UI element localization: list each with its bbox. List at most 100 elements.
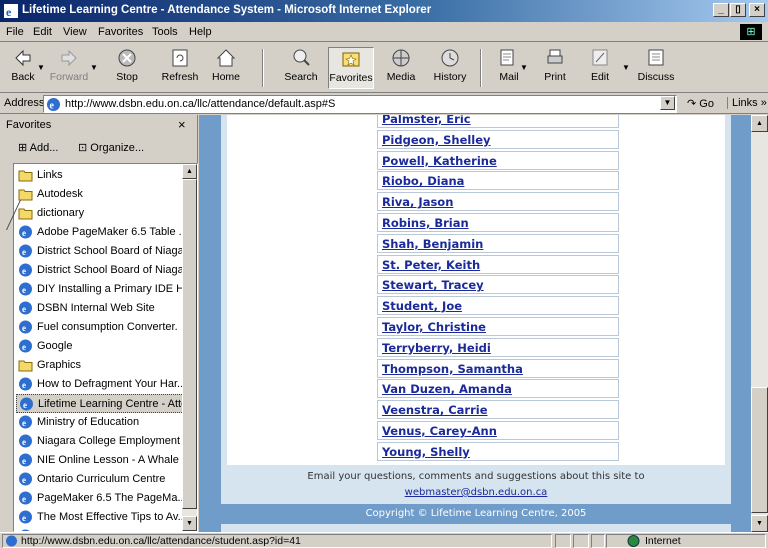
menu-view[interactable]: View xyxy=(63,26,87,38)
forward-button[interactable]: Forward xyxy=(46,47,92,89)
favorite-folder[interactable]: Graphics xyxy=(16,356,184,375)
menu-tools[interactable]: Tools xyxy=(152,26,178,38)
favorite-link[interactable]: e Lifetime Learning Centre - Atte... xyxy=(16,394,184,413)
student-name-link[interactable]: Student, Joe xyxy=(382,299,462,313)
favorite-link[interactable]: e Ontario Curriculum Centre xyxy=(16,470,184,489)
forward-arrow-icon xyxy=(61,49,77,67)
favorite-folder[interactable]: Autodesk xyxy=(16,185,184,204)
menu-favorites[interactable]: Favorites xyxy=(98,26,143,38)
close-button[interactable]: × xyxy=(749,3,765,17)
status-url: http://www.dsbn.edu.on.ca/llc/attendance… xyxy=(21,535,301,547)
address-label: Address xyxy=(4,97,45,109)
favorite-link[interactable]: e Adobe PageMaker 6.5 Table ... xyxy=(16,223,184,242)
student-name-link[interactable]: Palmster, Eric xyxy=(382,115,471,126)
history-button[interactable]: History xyxy=(427,47,473,89)
svg-text:e: e xyxy=(22,418,26,428)
organize-favorites-button[interactable]: ⊡ Organize... xyxy=(78,141,144,154)
folder-icon xyxy=(18,208,33,220)
page-body: Palmster, Eric Pidgeon, Shelley Powell, Ka… xyxy=(221,115,731,532)
favorite-link[interactable]: e DIY Installing a Primary IDE H... xyxy=(16,280,184,299)
table-row: Student, Joe xyxy=(377,296,619,316)
student-name-link[interactable]: Terryberry, Heidi xyxy=(382,341,491,355)
student-name-link[interactable]: Thompson, Samantha xyxy=(382,362,523,376)
svg-text:e: e xyxy=(22,456,26,466)
print-button[interactable]: Print xyxy=(532,47,578,89)
student-name-link[interactable]: Young, Shelly xyxy=(382,445,470,459)
edit-dropdown-icon[interactable]: ▼ xyxy=(622,63,630,72)
status-page-icon xyxy=(6,535,17,547)
home-button[interactable]: Home xyxy=(203,47,249,89)
student-name-link[interactable]: Pidgeon, Shelley xyxy=(382,133,491,147)
student-name-link[interactable]: Stewart, Tracey xyxy=(382,278,484,292)
favorites-scrollbar[interactable]: ▲ ▼ xyxy=(182,164,197,531)
ie-page-icon: e xyxy=(19,263,32,277)
favorite-folder[interactable]: dictionary xyxy=(16,204,184,223)
stop-button[interactable]: Stop xyxy=(104,47,150,89)
student-name-link[interactable]: Van Duzen, Amanda xyxy=(382,382,512,396)
student-name-link[interactable]: Veenstra, Carrie xyxy=(382,403,488,417)
ie-page-icon: e xyxy=(47,98,60,112)
webmaster-email-link[interactable]: webmaster@dsbn.edu.on.ca xyxy=(227,487,725,498)
page-scrollbar[interactable]: ▲ ▼ xyxy=(751,115,768,532)
back-label: Back xyxy=(11,71,35,83)
maximize-button[interactable]: ▯ xyxy=(730,3,746,17)
page-scroll-thumb[interactable] xyxy=(751,387,768,513)
favorite-folder[interactable]: Links xyxy=(16,166,184,185)
student-name-link[interactable]: Venus, Carey-Ann xyxy=(382,424,497,438)
favorite-link[interactable]: e District School Board of Niaga... xyxy=(16,242,184,261)
ie-page-icon: e xyxy=(19,453,32,467)
favorite-link[interactable]: e Ministry of Education xyxy=(16,413,184,432)
add-favorite-button[interactable]: ⊞ Add... xyxy=(18,141,58,154)
menu-edit[interactable]: Edit xyxy=(33,26,52,38)
ie-page-icon: e xyxy=(19,415,32,429)
favorites-close-button[interactable]: × xyxy=(178,117,186,132)
favorite-label: DSBN Internal Web Site xyxy=(37,302,155,314)
student-name-link[interactable]: Powell, Katherine xyxy=(382,154,497,168)
page-scroll-down-button[interactable]: ▼ xyxy=(751,515,768,532)
favorite-label: Ministry of Education xyxy=(37,416,140,428)
student-name-link[interactable]: Riva, Jason xyxy=(382,195,453,209)
favorite-link[interactable]: e The Most Effective Tips to Av... xyxy=(16,508,184,527)
favorite-link[interactable]: e How to Defragment Your Har... xyxy=(16,375,184,394)
favorite-link[interactable]: e NIE Online Lesson - A Whale ... xyxy=(16,451,184,470)
favorites-button[interactable]: Favorites xyxy=(328,47,374,89)
ie-app-icon[interactable]: e xyxy=(4,4,18,18)
table-row: Palmster, Eric xyxy=(377,115,619,128)
ie-page-icon: e xyxy=(19,282,32,296)
media-button[interactable]: Media xyxy=(378,47,424,89)
address-input[interactable]: e http://www.dsbn.edu.on.ca/llc/attendan… xyxy=(43,95,677,113)
ie-page-icon: e xyxy=(20,397,33,411)
edit-button[interactable]: Edit xyxy=(577,47,623,89)
scroll-up-button[interactable]: ▲ xyxy=(182,164,197,179)
discuss-button[interactable]: Discuss xyxy=(633,47,679,89)
organize-favorites-label: Organize... xyxy=(90,142,145,154)
right-stripe xyxy=(731,115,751,532)
student-name-link[interactable]: Riobo, Diana xyxy=(382,174,464,188)
forward-dropdown-icon[interactable]: ▼ xyxy=(90,63,98,72)
page-scroll-up-button[interactable]: ▲ xyxy=(751,115,768,132)
back-dropdown-icon[interactable]: ▼ xyxy=(37,63,45,72)
favorite-link[interactable]: e Niagara College Employment ... xyxy=(16,432,184,451)
student-name-link[interactable]: St. Peter, Keith xyxy=(382,258,480,272)
links-button[interactable]: Links » xyxy=(727,97,767,109)
minimize-button[interactable]: _ xyxy=(713,3,729,17)
menu-help[interactable]: Help xyxy=(189,26,212,38)
scroll-down-button[interactable]: ▼ xyxy=(182,516,197,531)
favorite-link[interactable]: e Fuel consumption Converter. xyxy=(16,318,184,337)
student-name-link[interactable]: Shah, Benjamin xyxy=(382,237,483,251)
refresh-button[interactable]: Refresh xyxy=(157,47,203,89)
favorite-link[interactable]: e PageMaker 6.5 The PageMa... xyxy=(16,489,184,508)
favorite-link[interactable]: e DSBN Internal Web Site xyxy=(16,299,184,318)
scroll-thumb[interactable] xyxy=(182,179,197,509)
search-button[interactable]: Search xyxy=(278,47,324,89)
favorite-label: NIE Online Lesson - A Whale ... xyxy=(37,454,184,466)
menu-file[interactable]: File xyxy=(6,26,24,38)
go-button[interactable]: ↷ Go xyxy=(687,97,714,110)
mail-dropdown-icon[interactable]: ▼ xyxy=(520,63,528,72)
student-name-link[interactable]: Robins, Brian xyxy=(382,216,469,230)
favorite-link[interactable]: e Google xyxy=(16,337,184,356)
student-name-link[interactable]: Taylor, Christine xyxy=(382,320,486,334)
table-row: Young, Shelly xyxy=(377,441,619,461)
favorite-link[interactable]: e District School Board of Niagara xyxy=(16,261,184,280)
address-dropdown-icon[interactable]: ▼ xyxy=(660,96,675,110)
